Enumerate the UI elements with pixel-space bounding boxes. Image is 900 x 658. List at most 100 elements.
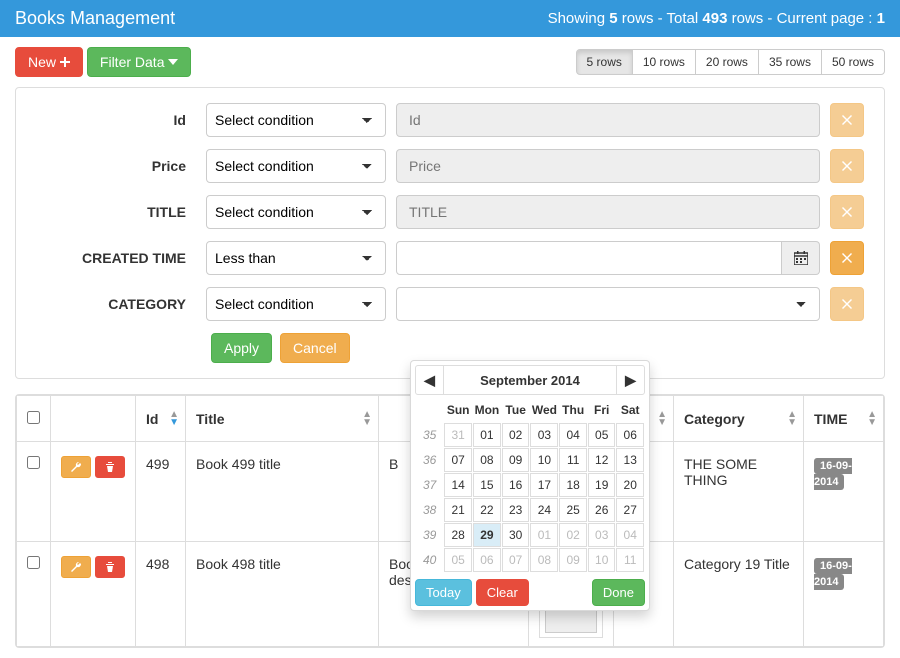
filter-id-remove[interactable]: [830, 103, 864, 137]
dp-day[interactable]: 13: [616, 448, 644, 472]
caret-down-icon: [168, 59, 178, 65]
dp-day[interactable]: 29: [473, 523, 501, 547]
filter-created-label: CREATED TIME: [36, 250, 196, 266]
dp-day[interactable]: 11: [559, 448, 587, 472]
close-icon: [842, 161, 852, 171]
dp-day[interactable]: 09: [502, 448, 530, 472]
filter-created-condition[interactable]: Less than: [206, 241, 386, 275]
filter-category-condition[interactable]: Select condition: [206, 287, 386, 321]
dp-day[interactable]: 02: [502, 423, 530, 447]
dp-day[interactable]: 28: [444, 523, 472, 547]
new-button[interactable]: New: [15, 47, 83, 77]
dp-day[interactable]: 19: [588, 473, 615, 497]
dp-day[interactable]: 03: [588, 523, 615, 547]
page-size-5-rows[interactable]: 5 rows: [576, 49, 633, 75]
dp-day[interactable]: 23: [502, 498, 530, 522]
datepicker-next[interactable]: ▶: [616, 366, 644, 394]
dp-day[interactable]: 07: [444, 448, 472, 472]
apply-button[interactable]: Apply: [211, 333, 272, 363]
filter-data-button[interactable]: Filter Data: [87, 47, 192, 77]
delete-button[interactable]: [95, 456, 125, 478]
calendar-button[interactable]: [782, 241, 820, 275]
dp-day[interactable]: 27: [616, 498, 644, 522]
page-size-35-rows[interactable]: 35 rows: [758, 49, 822, 75]
datepicker-title[interactable]: September 2014: [444, 369, 616, 392]
dp-day[interactable]: 08: [473, 448, 501, 472]
filter-created-remove[interactable]: [830, 241, 864, 275]
filter-category-label: CATEGORY: [36, 296, 196, 312]
dp-day[interactable]: 22: [473, 498, 501, 522]
filter-created-input[interactable]: [396, 241, 782, 275]
dp-day[interactable]: 04: [616, 523, 644, 547]
col-id[interactable]: Id▲▼: [136, 396, 186, 442]
dp-day[interactable]: 06: [616, 423, 644, 447]
filter-price-remove[interactable]: [830, 149, 864, 183]
dp-dayhead: Sat: [616, 398, 644, 422]
dp-day[interactable]: 17: [530, 473, 558, 497]
dp-day[interactable]: 25: [559, 498, 587, 522]
datepicker-clear[interactable]: Clear: [476, 579, 529, 606]
dp-day[interactable]: 04: [559, 423, 587, 447]
filter-id-label: Id: [36, 112, 196, 128]
dp-day[interactable]: 14: [444, 473, 472, 497]
filter-id-input[interactable]: [396, 103, 820, 137]
dp-day[interactable]: 10: [588, 548, 615, 572]
cell-title: Book 499 title: [186, 442, 379, 542]
dp-day[interactable]: 08: [530, 548, 558, 572]
cancel-button[interactable]: Cancel: [280, 333, 350, 363]
filter-title-remove[interactable]: [830, 195, 864, 229]
filter-category-remove[interactable]: [830, 287, 864, 321]
filter-title-input[interactable]: [396, 195, 820, 229]
col-category[interactable]: Category▲▼: [674, 396, 804, 442]
row-checkbox[interactable]: [27, 456, 40, 469]
col-time[interactable]: TIME▲▼: [804, 396, 884, 442]
dp-day[interactable]: 16: [502, 473, 530, 497]
datepicker-today[interactable]: Today: [415, 579, 472, 606]
filter-id-condition[interactable]: Select condition: [206, 103, 386, 137]
dp-day[interactable]: 10: [530, 448, 558, 472]
dp-day[interactable]: 01: [473, 423, 501, 447]
filter-price-input[interactable]: [396, 149, 820, 183]
filter-price-condition[interactable]: Select condition: [206, 149, 386, 183]
dp-day[interactable]: 26: [588, 498, 615, 522]
edit-button[interactable]: [61, 456, 91, 478]
dp-day[interactable]: 15: [473, 473, 501, 497]
dp-day[interactable]: 07: [502, 548, 530, 572]
dp-day[interactable]: 24: [530, 498, 558, 522]
trash-icon: [104, 461, 116, 473]
dp-dayhead: Tue: [502, 398, 530, 422]
page-size-10-rows[interactable]: 10 rows: [632, 49, 696, 75]
filter-title-label: TITLE: [36, 204, 196, 220]
delete-button[interactable]: [95, 556, 125, 578]
dp-day[interactable]: 01: [530, 523, 558, 547]
edit-button[interactable]: [61, 556, 91, 578]
dp-day[interactable]: 31: [444, 423, 472, 447]
wrench-icon: [70, 461, 82, 473]
dp-day[interactable]: 18: [559, 473, 587, 497]
filter-title-condition[interactable]: Select condition: [206, 195, 386, 229]
row-checkbox[interactable]: [27, 556, 40, 569]
dp-day[interactable]: 12: [588, 448, 615, 472]
dp-day[interactable]: 06: [473, 548, 501, 572]
dp-day[interactable]: 09: [559, 548, 587, 572]
dp-day[interactable]: 11: [616, 548, 644, 572]
dp-day[interactable]: 05: [588, 423, 615, 447]
page-size-20-rows[interactable]: 20 rows: [695, 49, 759, 75]
datepicker-prev[interactable]: ◀: [416, 366, 444, 394]
dp-day[interactable]: 20: [616, 473, 644, 497]
filter-category-value[interactable]: [396, 287, 820, 321]
plus-icon: [60, 57, 70, 67]
close-icon: [842, 253, 852, 263]
dp-day[interactable]: 05: [444, 548, 472, 572]
col-title[interactable]: Title▲▼: [186, 396, 379, 442]
dp-day[interactable]: 03: [530, 423, 558, 447]
select-all-checkbox[interactable]: [27, 411, 40, 424]
toolbar: New Filter Data 5 rows10 rows20 rows35 r…: [0, 37, 900, 87]
dp-day[interactable]: 02: [559, 523, 587, 547]
dp-day[interactable]: 30: [502, 523, 530, 547]
page-size-50-rows[interactable]: 50 rows: [821, 49, 885, 75]
page-title: Books Management: [15, 8, 175, 29]
dp-day[interactable]: 21: [444, 498, 472, 522]
datepicker-done[interactable]: Done: [592, 579, 645, 606]
col-actions: [51, 396, 136, 442]
